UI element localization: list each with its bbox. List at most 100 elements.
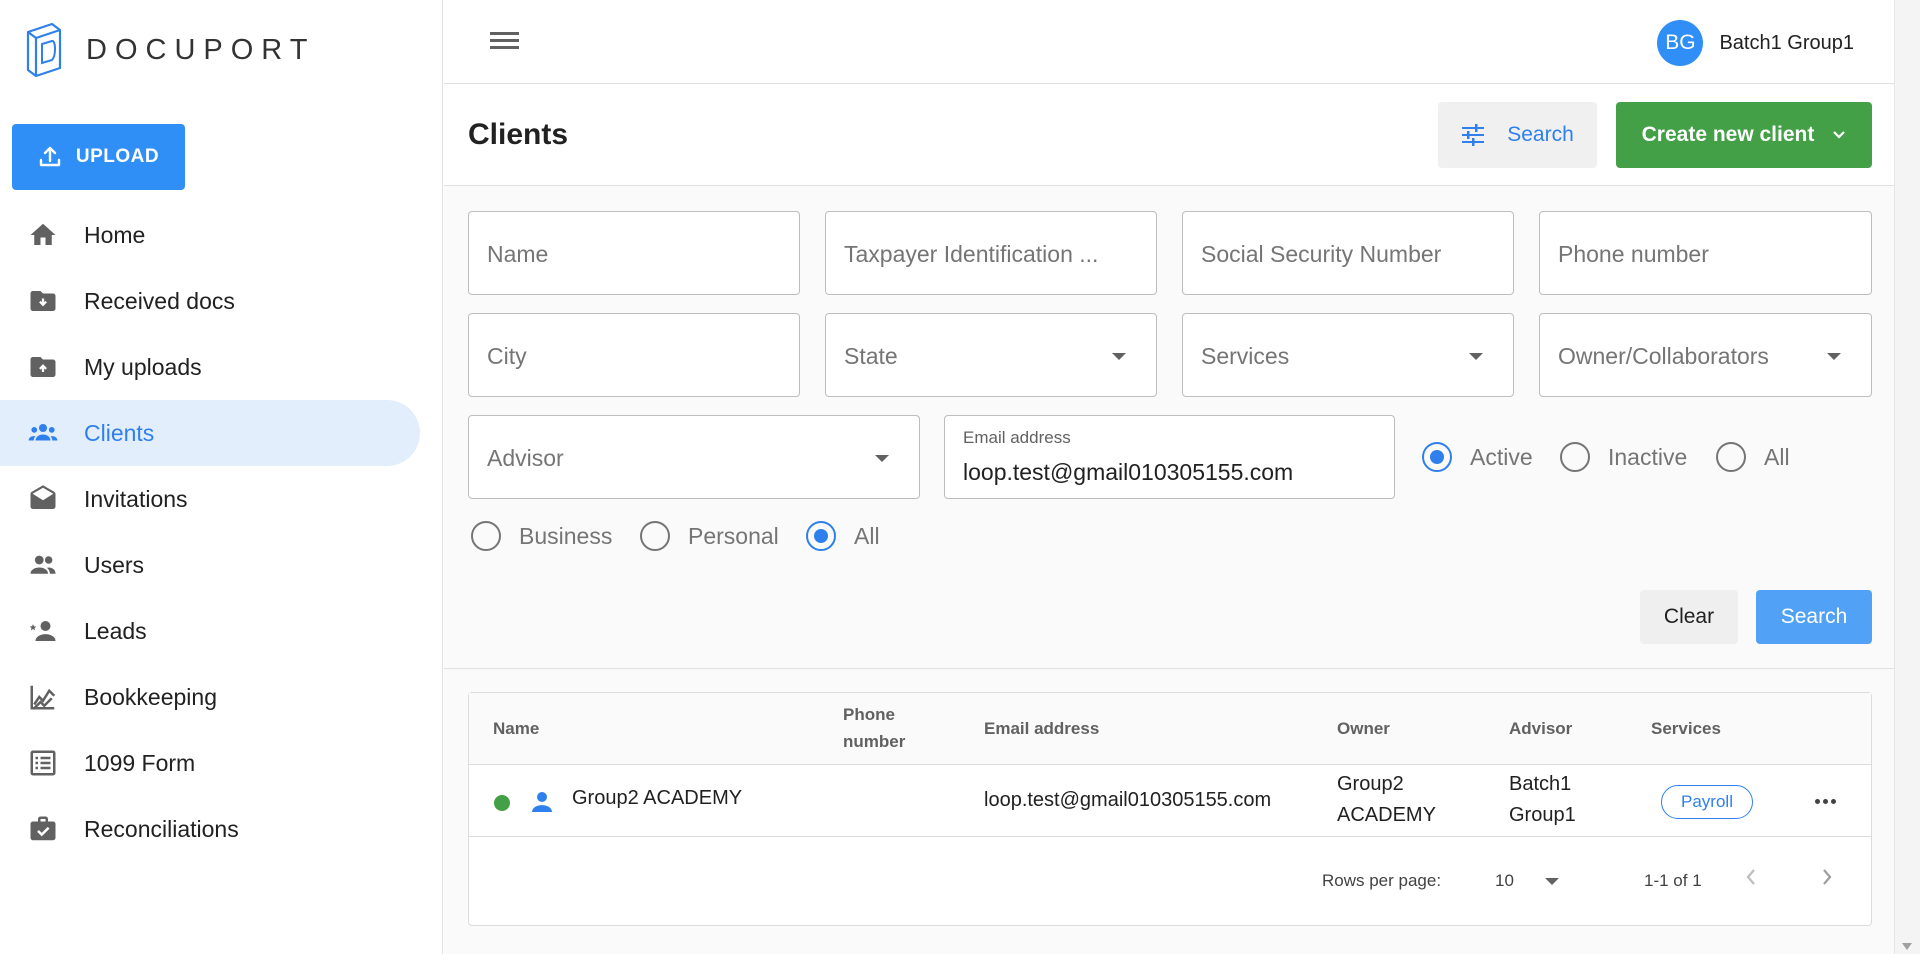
column-header-advisor[interactable]: Advisor [1509,715,1572,742]
sidebar-item-invitations[interactable]: Invitations [0,466,420,532]
sidebar-item-my-uploads[interactable]: My uploads [0,334,420,400]
clear-button[interactable]: Clear [1640,590,1738,644]
user-menu[interactable]: BG Batch1 Group1 [1657,20,1894,66]
radio-unselected-icon [640,521,670,551]
app-logo[interactable]: DOCUPORT [22,22,315,78]
chevron-down-icon [1833,131,1846,139]
tin-input[interactable]: Taxpayer Identification ... [825,211,1157,295]
next-page-icon[interactable] [1819,865,1835,889]
divider [444,668,1894,669]
advanced-search-label: Search [1507,123,1574,146]
advanced-search-button[interactable]: Search [1438,102,1597,168]
top-bar: BG Batch1 Group1 [444,0,1894,84]
owner-line1: Group2 [1337,773,1404,795]
folder-upload-icon [26,350,60,384]
advisor-line2: Group1 [1509,804,1576,826]
owner-line2: ACADEMY [1337,804,1436,826]
table-header: Name Phone number Email address Owner Ad… [469,693,1871,765]
sidebar-item-label: Received docs [84,287,235,314]
state-placeholder: State [844,343,898,369]
create-new-client-button[interactable]: Create new client [1616,102,1872,168]
previous-page-icon[interactable] [1743,865,1759,889]
dropdown-arrow-icon [1469,353,1483,360]
column-header-owner[interactable]: Owner [1337,715,1390,742]
more-actions-icon[interactable] [1815,799,1836,804]
vertical-scrollbar[interactable] [1894,0,1920,954]
home-icon [26,218,60,252]
city-placeholder: City [487,343,527,369]
services-select[interactable]: Services [1182,313,1514,397]
advisor-select[interactable]: Advisor [468,415,920,499]
sidebar-item-label: Reconciliations [84,815,239,842]
sidebar-item-label: 1099 Form [84,749,196,776]
rows-per-page-select[interactable]: 10 [1495,867,1575,895]
type-radio-business[interactable]: Business [471,521,612,551]
create-new-client-label: Create new client [1641,123,1815,146]
form-list-icon [26,746,60,780]
phone-input[interactable]: Phone number [1539,211,1872,295]
upload-button[interactable]: UPLOAD [12,124,185,190]
upload-label: UPLOAD [75,146,160,167]
table-pagination: Rows per page: 10 1-1 of 1 [469,837,1871,925]
lead-star-person-icon [26,614,60,648]
state-select[interactable]: State [825,313,1157,397]
advisor-line1: Batch1 [1509,773,1572,795]
radio-label: Inactive [1608,443,1688,470]
logo-text: DOCUPORT [86,33,316,66]
column-header-name[interactable]: Name [493,715,539,742]
name-placeholder: Name [487,241,549,267]
sidebar-item-1099-form[interactable]: 1099 Form [0,730,420,796]
column-header-email[interactable]: Email address [984,715,1099,742]
name-input[interactable]: Name [468,211,800,295]
table-row[interactable]: Group2 ACADEMY loop.test@gmail010305155.… [469,765,1871,837]
owner-collaborators-select[interactable]: Owner/Collaborators [1539,313,1872,397]
person-icon [532,792,552,812]
status-radio-inactive[interactable]: Inactive [1560,442,1687,472]
status-radio-active[interactable]: Active [1422,442,1533,472]
main-content: Clients Search Create new client Name Ta… [444,84,1894,954]
briefcase-check-icon [26,812,60,846]
search-button[interactable]: Search [1756,590,1872,644]
client-name[interactable]: Group2 ACADEMY [572,783,742,814]
column-header-services[interactable]: Services [1651,715,1721,742]
sidebar-item-leads[interactable]: Leads [0,598,420,664]
menu-toggle-button[interactable] [490,28,520,59]
sidebar: DOCUPORT UPLOAD Home Received docs My up… [0,0,443,954]
envelope-open-icon [26,482,60,516]
sidebar-item-clients[interactable]: Clients [0,400,420,466]
page-header: Clients Search Create new client [444,84,1894,186]
client-owner: Group2 ACADEMY [1337,769,1436,831]
city-input[interactable]: City [468,313,800,397]
advisor-placeholder: Advisor [487,445,564,471]
sidebar-item-home[interactable]: Home [0,202,420,268]
dropdown-arrow-icon [1112,353,1126,360]
dropdown-arrow-icon [1827,353,1841,360]
rows-per-page-value: 10 [1495,871,1514,890]
sidebar-item-bookkeeping[interactable]: Bookkeeping [0,664,420,730]
sidebar-item-label: Invitations [84,485,188,512]
radio-label: All [854,522,880,549]
radio-unselected-icon [1716,442,1746,472]
sidebar-item-received-docs[interactable]: Received docs [0,268,420,334]
type-radio-all[interactable]: All [806,521,880,551]
radio-label: Active [1470,443,1533,470]
sidebar-item-users[interactable]: Users [0,532,420,598]
sidebar-item-reconciliations[interactable]: Reconciliations [0,796,420,862]
sidebar-item-label: Bookkeeping [84,683,217,710]
client-email: loop.test@gmail010305155.com [984,789,1272,811]
user-name: Batch1 Group1 [1719,31,1854,54]
dropdown-arrow-icon [1545,878,1559,885]
column-header-phone[interactable]: Phone number [843,701,905,755]
type-radio-personal[interactable]: Personal [640,521,779,551]
clients-table: Name Phone number Email address Owner Ad… [468,692,1872,926]
ssn-input[interactable]: Social Security Number [1182,211,1514,295]
radio-selected-icon [806,521,836,551]
sidebar-item-label: Clients [84,419,155,446]
scroll-down-arrow-icon[interactable] [1902,943,1912,950]
sidebar-item-label: Leads [84,617,147,644]
people-icon [26,416,60,450]
email-field[interactable]: Email address loop.test@gmail010305155.c… [944,415,1395,499]
radio-label: Business [519,522,613,549]
status-radio-all[interactable]: All [1716,442,1790,472]
users-icon [26,548,60,582]
